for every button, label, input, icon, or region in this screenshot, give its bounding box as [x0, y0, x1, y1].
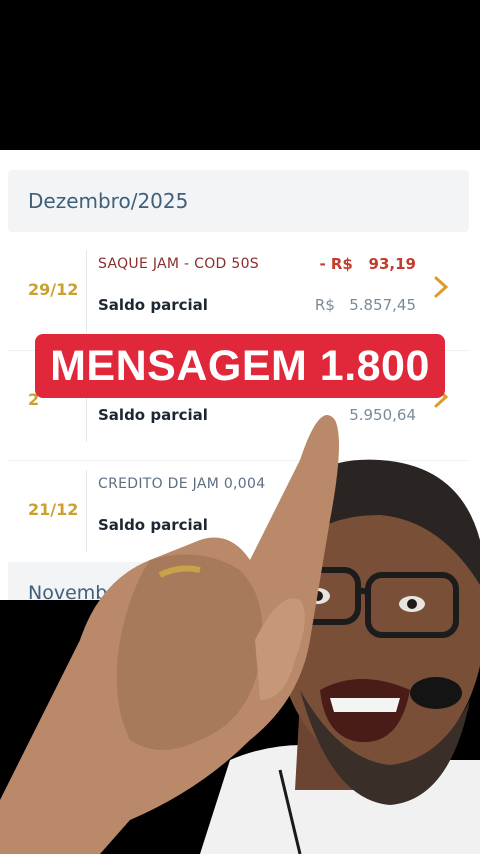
- transaction-row[interactable]: 21/12 CREDITO DE JAM 0,004 Saldo parcial: [0, 462, 480, 572]
- saldo-parcial-value: R$ 5.857,45: [314, 296, 416, 314]
- row-divider-line: [86, 250, 87, 332]
- transaction-date: 21/12: [28, 500, 79, 519]
- saldo-parcial-value: 5.950,64: [349, 406, 416, 424]
- month-header-november: Novemb: [8, 562, 469, 600]
- saldo-parcial-label: Saldo parcial: [98, 516, 208, 534]
- row-separator: [8, 460, 469, 461]
- banner-text: MENSAGEM 1.800: [50, 341, 430, 390]
- top-black-bar: [0, 0, 480, 150]
- month-title: Novemb: [28, 582, 108, 600]
- saldo-parcial-label: Saldo parcial: [98, 406, 208, 424]
- transaction-description: CREDITO DE JAM 0,004: [98, 476, 266, 492]
- message-banner: MENSAGEM 1.800: [35, 334, 445, 398]
- transaction-date: 29/12: [28, 280, 79, 299]
- chevron-right-icon[interactable]: [430, 272, 452, 302]
- month-header-december: Dezembro/2025: [8, 170, 469, 232]
- month-title: Dezembro/2025: [28, 189, 189, 213]
- saldo-parcial-label: Saldo parcial: [98, 296, 208, 314]
- transaction-amount: - R$ 93,19: [319, 255, 416, 273]
- row-divider-line: [86, 470, 87, 552]
- transaction-description: SAQUE JAM - COD 50S: [98, 256, 259, 272]
